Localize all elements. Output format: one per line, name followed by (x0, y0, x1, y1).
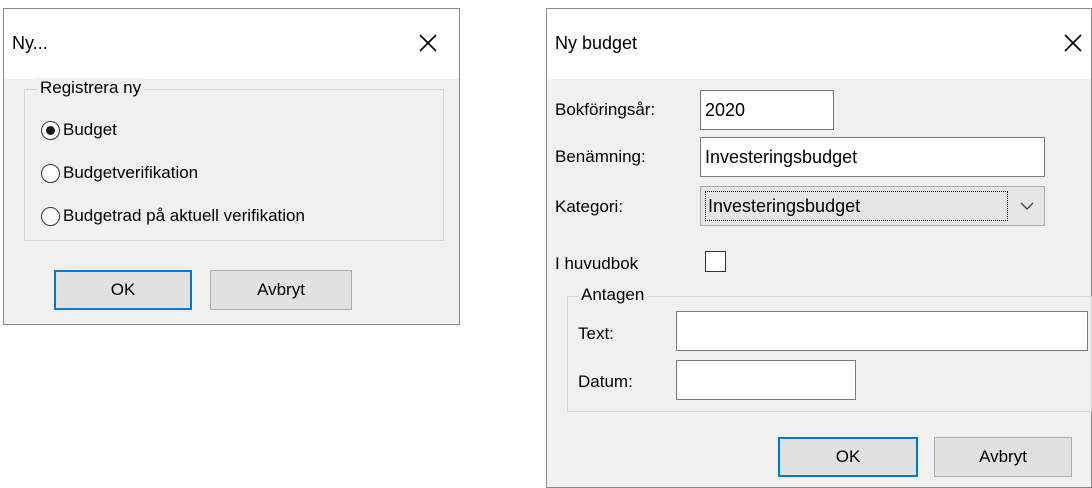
new-budget-dialog: Ny budget Bokföringsår: 2020 Benämning: … (546, 8, 1092, 488)
name-field[interactable]: Investeringsbudget (700, 137, 1045, 177)
fiscal-year-field[interactable]: 2020 (700, 90, 834, 130)
text-label: Text: (578, 324, 614, 343)
budget-row-radio-label: Budgetrad på aktuell verifikation (63, 206, 305, 225)
category-label: Kategori: (555, 197, 624, 216)
category-select[interactable]: Investeringsbudget (700, 186, 1045, 226)
date-field[interactable] (676, 360, 856, 400)
date-label: Datum: (578, 372, 633, 391)
option-budget-verification[interactable]: Budgetverifikation (41, 163, 198, 183)
new-dialog-title: Ny... (12, 33, 48, 53)
close-icon[interactable] (1053, 23, 1092, 63)
close-icon[interactable] (408, 23, 448, 63)
budget-radio[interactable] (41, 120, 60, 140)
cancel-button[interactable]: Avbryt (934, 437, 1072, 477)
budget-row-radio[interactable] (41, 206, 60, 226)
new-dialog-titlebar: Ny... (4, 9, 459, 79)
ok-button[interactable]: OK (54, 270, 192, 310)
budget-verification-radio[interactable] (41, 163, 60, 183)
option-budget[interactable]: Budget (41, 120, 117, 140)
adopted-legend: Antagen (578, 285, 648, 305)
ledger-checkbox[interactable] (705, 251, 726, 272)
register-new-legend: Registrera ny (37, 78, 145, 98)
adopted-group: Antagen Text: Datum: (567, 285, 1092, 412)
register-new-group: Registrera ny Budget Budgetverifikation … (24, 78, 444, 241)
ok-button[interactable]: OK (778, 437, 918, 477)
fiscal-year-label: Bokföringsår: (555, 100, 656, 119)
new-budget-title: Ny budget (555, 33, 638, 53)
chevron-down-icon (1020, 202, 1034, 210)
text-field[interactable] (676, 311, 1088, 351)
ledger-label: I huvudbok (555, 254, 639, 273)
budget-verification-radio-label: Budgetverifikation (63, 163, 199, 182)
category-value: Investeringsbudget (705, 191, 1008, 221)
name-label: Benämning: (555, 147, 646, 166)
option-budget-row[interactable]: Budgetrad på aktuell verifikation (41, 206, 305, 226)
new-budget-titlebar: Ny budget (547, 9, 1091, 79)
budget-radio-label: Budget (63, 120, 117, 139)
cancel-button[interactable]: Avbryt (210, 270, 352, 310)
new-dialog: Ny... Registrera ny Budget Budgetverifik… (3, 8, 460, 325)
